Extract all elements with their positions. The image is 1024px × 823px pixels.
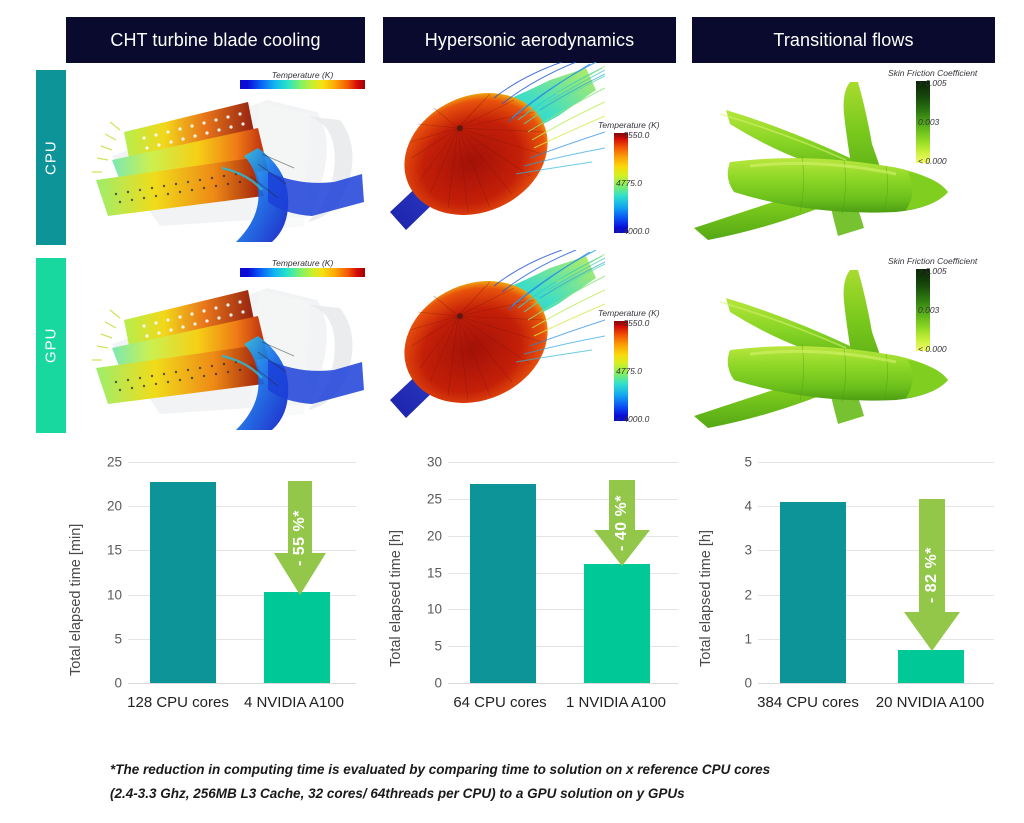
bar-cpu — [470, 484, 536, 683]
colorbar-vertical: > 0.005 0.003 < 0.000 — [916, 78, 977, 166]
bar-cpu — [780, 501, 846, 683]
chart-y-axis-label: Total elapsed time [min] — [68, 523, 84, 676]
colorbar-vertical: > 5550.0 4775.0 < 4000.0 — [614, 318, 672, 424]
footnote-line-1: *The reduction in computing time is eval… — [110, 762, 771, 777]
colorbar-vertical: > 0.005 0.003 < 0.000 — [916, 266, 977, 354]
row-label-text: GPU — [42, 327, 60, 364]
colorbar-tick-max: > 5550.0 — [616, 130, 650, 140]
colorbar-gradient — [240, 80, 365, 89]
chart-x-tick-gpu: 1 NVIDIA A100 — [565, 694, 667, 711]
bar-gpu — [264, 592, 330, 683]
down-arrow-icon — [904, 499, 960, 651]
reduction-arrow-turbine: - 55 %* — [274, 481, 326, 595]
legend-hypersonic-cpu: Temperature (K) > 5550.0 4775.0 < 4000.0 — [598, 120, 672, 236]
colorbar-tick-mid: 4775.0 — [616, 178, 642, 188]
down-arrow-icon — [594, 480, 650, 566]
hypersonic-capsule-render — [390, 62, 605, 230]
column-header-transitional: Transitional flows — [692, 17, 995, 63]
legend-title: Skin Friction Coefficient — [888, 68, 978, 78]
colorbar-ticks: > 5550.0 4775.0 < 4000.0 — [616, 130, 672, 236]
row-label-gpu: GPU — [36, 258, 66, 433]
bar-gpu — [898, 649, 964, 683]
legend-turbine-cpu: Temperature (K) < 600 725 > 850 — [240, 70, 365, 89]
colorbar-tick-mid: 0.003 — [918, 305, 940, 315]
turbine-blade-render — [92, 288, 364, 430]
colorbar-tick-min: < 0.000 — [918, 156, 947, 166]
colorbar-ticks: > 0.005 0.003 < 0.000 — [918, 266, 974, 354]
colorbar-tick-min: < 0.000 — [918, 344, 947, 354]
chart-hypersonic: Total elapsed time [h] - 40 %* 30 25 20 … — [382, 448, 684, 718]
legend-title: Temperature (K) — [271, 258, 334, 268]
chart-y-axis-label: Total elapsed time [h] — [388, 529, 404, 667]
slide-canvas: CHT turbine blade cooling Hypersonic aer… — [0, 0, 1024, 823]
chart-plot-area: - 55 %* — [128, 462, 356, 684]
colorbar-vertical: > 5550.0 4775.0 < 4000.0 — [614, 130, 672, 236]
reduction-arrow-transitional: - 82 %* — [904, 499, 960, 651]
column-header-title: Hypersonic aerodynamics — [424, 29, 635, 50]
colorbar-tick-min: < 4000.0 — [616, 414, 650, 424]
footnote-line-2: (2.4-3.3 Ghz, 256MB L3 Cache, 32 cores/ … — [110, 785, 685, 801]
column-header-title: Transitional flows — [773, 29, 914, 50]
chart-y-axis-label: Total elapsed time [h] — [698, 529, 714, 667]
bar-gpu — [584, 563, 650, 683]
reduction-arrow-hypersonic: - 40 %* — [594, 480, 650, 566]
chart-transitional: Total elapsed time [h] - 82 %* 5 4 3 2 1… — [692, 448, 1002, 718]
bar-cpu — [150, 481, 216, 683]
colorbar-tick-min: < 4000.0 — [616, 226, 650, 236]
row-label-text: CPU — [42, 140, 60, 175]
viz-turbine-gpu — [72, 264, 372, 432]
chart-plot-area: - 40 %* — [448, 462, 678, 684]
chart-x-tick-gpu: 4 NVIDIA A100 — [243, 694, 345, 711]
colorbar-ticks: > 0.005 0.003 < 0.000 — [918, 78, 974, 166]
down-arrow-icon — [274, 481, 326, 595]
viz-hypersonic-gpu — [390, 250, 605, 430]
viz-turbine-cpu — [72, 76, 372, 244]
legend-title: Temperature (K) — [271, 70, 334, 80]
colorbar-tick-mid: 4775.0 — [616, 366, 642, 376]
footnote: *The reduction in computing time is eval… — [110, 758, 940, 805]
colorbar-horizontal: < 600 725 > 850 — [240, 268, 365, 277]
colorbar-tick-max: > 5550.0 — [616, 318, 650, 328]
colorbar-gradient — [240, 268, 365, 277]
legend-title: Skin Friction Coefficient — [888, 256, 978, 266]
hypersonic-capsule-render — [390, 250, 605, 418]
legend-title: Temperature (K) — [598, 308, 660, 318]
column-header-turbine: CHT turbine blade cooling — [66, 17, 365, 63]
colorbar-ticks: > 5550.0 4775.0 < 4000.0 — [616, 318, 672, 424]
column-header-title: CHT turbine blade cooling — [110, 29, 321, 50]
colorbar-tick-mid: 0.003 — [918, 117, 940, 127]
chart-x-tick-gpu: 20 NVIDIA A100 — [875, 694, 985, 711]
colorbar-tick-max: > 0.005 — [918, 78, 947, 88]
legend-transitional-gpu: Skin Friction Coefficient > 0.005 0.003 … — [888, 256, 978, 354]
turbine-blade-render — [92, 100, 364, 242]
colorbar-horizontal: < 600 725 > 850 — [240, 80, 365, 89]
legend-hypersonic-gpu: Temperature (K) > 5550.0 4775.0 < 4000.0 — [598, 308, 672, 424]
chart-turbine: Total elapsed time [min] - 55 %* 25 20 1… — [62, 448, 362, 718]
colorbar-tick-max: > 0.005 — [918, 266, 947, 276]
legend-title: Temperature (K) — [598, 120, 660, 130]
legend-turbine-gpu: Temperature (K) < 600 725 > 850 — [240, 258, 365, 277]
chart-plot-area: - 82 %* — [758, 462, 994, 684]
viz-hypersonic-cpu — [390, 62, 605, 242]
legend-transitional-cpu: Skin Friction Coefficient > 0.005 0.003 … — [888, 68, 978, 166]
column-header-hypersonic: Hypersonic aerodynamics — [383, 17, 676, 63]
row-label-cpu: CPU — [36, 70, 66, 245]
